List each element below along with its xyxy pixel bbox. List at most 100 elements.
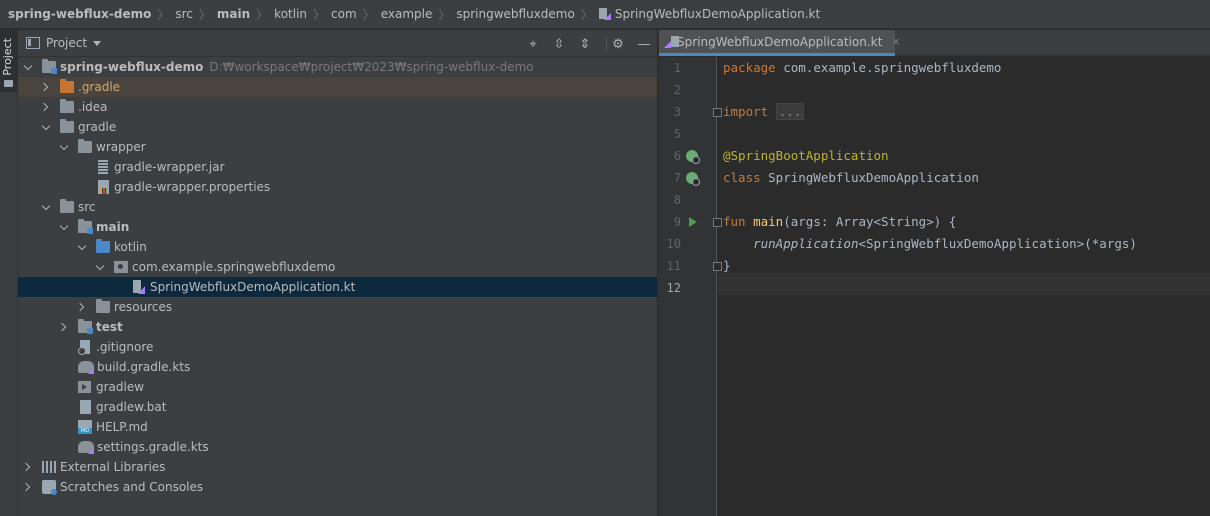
breadcrumb-item[interactable]: kotlin (274, 7, 307, 21)
code-token: com.example.springwebfluxdemo (783, 60, 1002, 75)
tree-item-label: settings.gradle.kts (97, 440, 209, 454)
tree-row[interactable]: spring-webflux-demo D:₩workspace₩project₩… (18, 57, 657, 77)
tree-row[interactable]: src (18, 197, 657, 217)
line-number: 10 (666, 237, 681, 251)
chevron-down-icon[interactable] (42, 117, 52, 137)
package-icon (114, 261, 128, 273)
code-editor[interactable]: 1 2 3 5 6 7 8 9 10 11 12 package com.example.sprin… (659, 57, 1210, 516)
spring-bean-icon[interactable] (686, 150, 700, 164)
toolbar-divider (606, 36, 607, 52)
folder-icon (4, 80, 13, 87)
tree-row[interactable]: main (18, 217, 657, 237)
tree-row[interactable]: .gitignore (18, 337, 657, 357)
project-panel-title[interactable]: Project (46, 36, 87, 50)
line-number: 12 (666, 281, 681, 295)
breadcrumb-separator-icon: 〉 (438, 7, 451, 22)
fold-icon[interactable] (713, 218, 722, 227)
tree-row[interactable]: HELP.md (18, 417, 657, 437)
tree-row[interactable]: gradle-wrapper.properties (18, 177, 657, 197)
tree-row[interactable]: gradlew (18, 377, 657, 397)
tree-row[interactable]: settings.gradle.kts (18, 437, 657, 457)
chevron-down-icon[interactable] (78, 237, 88, 257)
expand-all-icon[interactable]: ⇳ (550, 35, 568, 53)
close-icon[interactable]: × (891, 35, 900, 48)
chevron-down-icon[interactable] (24, 57, 34, 77)
tree-item-label: com.example.springwebfluxdemo (132, 260, 336, 274)
project-tool-window-button[interactable]: Project (0, 30, 18, 92)
breadcrumb-item[interactable]: spring-webflux-demo (8, 7, 151, 21)
tree-row[interactable]: com.example.springwebfluxdemo (18, 257, 657, 277)
tree-row[interactable]: gradle-wrapper.jar (18, 157, 657, 177)
tree-item-label: Scratches and Consoles (60, 480, 204, 494)
tree-row[interactable]: SpringWebfluxDemoApplication.kt (18, 277, 657, 297)
scratches-icon (42, 480, 57, 495)
fold-icon[interactable] (713, 108, 722, 117)
tree-row[interactable]: Scratches and Consoles (18, 477, 657, 497)
spring-bean-icon[interactable] (686, 172, 700, 186)
editor-tab-bar: SpringWebfluxDemoApplication.kt × (659, 30, 1210, 56)
tree-row[interactable]: wrapper (18, 137, 657, 157)
project-panel-header: Project ⌖ ⇳ ⇕ ⚙ — (18, 30, 657, 57)
breadcrumb-item[interactable]: com (331, 7, 357, 21)
breadcrumb-separator-icon: 〉 (313, 7, 326, 22)
line-number: 3 (673, 105, 681, 119)
kotlin-file-icon (133, 280, 145, 294)
tree-item-label: SpringWebfluxDemoApplication.kt (150, 280, 356, 294)
chevron-right-icon[interactable] (42, 97, 52, 117)
chevron-down-icon[interactable] (96, 257, 106, 277)
breadcrumb-item[interactable]: src (175, 7, 193, 21)
locate-icon[interactable]: ⌖ (524, 35, 542, 53)
breadcrumb-separator-icon: 〉 (580, 7, 593, 22)
chevron-down-icon[interactable] (93, 40, 102, 46)
tree-item-label: gradle-wrapper.properties (114, 180, 271, 194)
tree-row[interactable]: kotlin (18, 237, 657, 257)
editor-tab-active[interactable]: SpringWebfluxDemoApplication.kt × (659, 30, 901, 56)
tree-row[interactable]: External Libraries (18, 457, 657, 477)
chevron-right-icon[interactable] (24, 457, 34, 477)
hide-icon[interactable]: — (635, 35, 653, 53)
tree-row[interactable]: resources (18, 297, 657, 317)
shell-script-icon (78, 381, 91, 393)
breadcrumb-item[interactable]: SpringWebfluxDemoApplication.kt (615, 7, 820, 21)
project-path: D:₩workspace₩project₩2023₩spring-webflux… (209, 60, 534, 74)
code-token: SpringWebfluxDemoApplication (768, 170, 979, 185)
code-token: @SpringBootApplication (723, 148, 889, 163)
chevron-down-icon[interactable] (60, 217, 70, 237)
tree-row[interactable]: .idea (18, 97, 657, 117)
chevron-down-icon[interactable] (42, 197, 52, 217)
tree-row[interactable]: gradle (18, 117, 657, 137)
resources-folder-icon (96, 299, 110, 313)
tree-item-label: gradlew.bat (96, 400, 167, 414)
breadcrumb-item[interactable]: main (217, 7, 250, 21)
gradle-kts-file-icon (78, 441, 94, 454)
code-line: @SpringBootApplication (723, 148, 889, 163)
properties-file-icon (98, 180, 109, 194)
code-token: import (723, 104, 776, 119)
tree-row[interactable]: test (18, 317, 657, 337)
chevron-right-icon[interactable] (60, 317, 70, 337)
breadcrumb-separator-icon: 〉 (157, 7, 170, 22)
breadcrumb-item[interactable]: example (381, 7, 433, 21)
project-tree: spring-webflux-demo D:₩workspace₩project₩… (18, 57, 657, 516)
tree-row[interactable]: gradlew.bat (18, 397, 657, 417)
tree-item-label: kotlin (114, 240, 147, 254)
gear-icon[interactable]: ⚙ (609, 35, 627, 53)
collapse-all-icon[interactable]: ⇕ (576, 35, 594, 53)
source-folder-icon (96, 239, 110, 253)
line-number: 6 (673, 149, 681, 163)
tree-row[interactable]: build.gradle.kts (18, 357, 657, 377)
breadcrumb-item[interactable]: springwebfluxdemo (456, 7, 574, 21)
breadcrumb-separator-icon: 〉 (362, 7, 375, 22)
chevron-down-icon[interactable] (60, 137, 70, 157)
chevron-right-icon[interactable] (42, 77, 52, 97)
code-token: runApplication (753, 236, 859, 251)
folder-icon (60, 199, 74, 213)
gradle-kts-file-icon (78, 361, 94, 374)
fold-icon[interactable] (713, 262, 722, 271)
folder-icon (60, 79, 74, 93)
run-icon[interactable] (689, 217, 697, 227)
tree-row[interactable]: .gradle (18, 77, 657, 97)
chevron-right-icon[interactable] (78, 297, 88, 317)
chevron-right-icon[interactable] (24, 477, 34, 497)
